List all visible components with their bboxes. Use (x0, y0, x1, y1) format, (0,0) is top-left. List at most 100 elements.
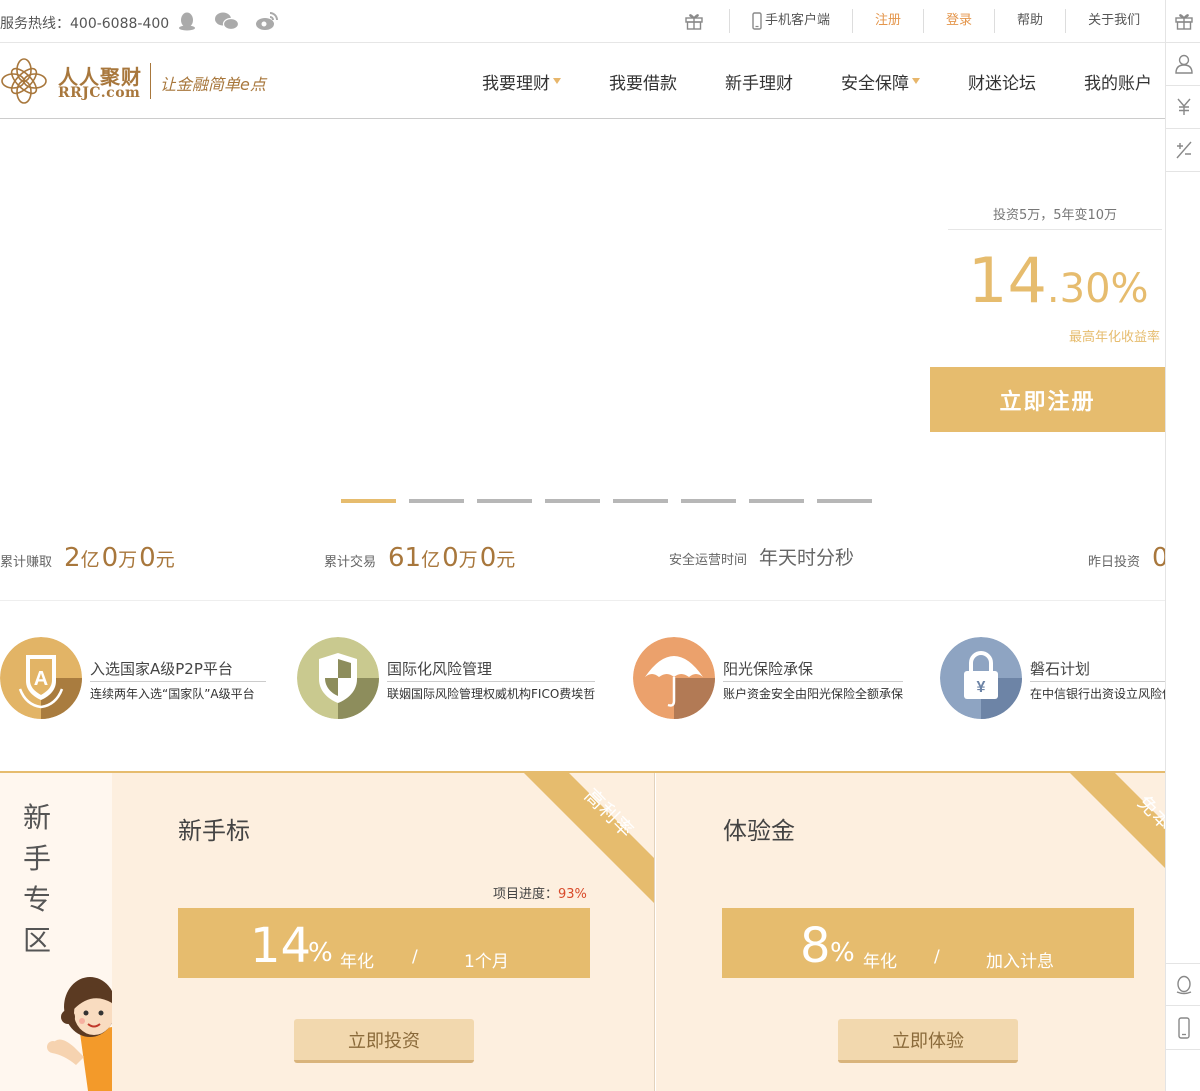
trial-fund-panel: 体验金 免本 8 % 年化 / 加入计息 立即体验 (656, 773, 1165, 1091)
novice-zone-char: 区 (22, 924, 51, 957)
main-nav: 我要理财 我要借款 新手理财 安全保障 财迷论坛 我的账户 (482, 43, 1200, 119)
feature-desc: 账户资金安全由阳光保险全额承保 (723, 687, 904, 701)
logo-divider (150, 63, 151, 99)
mobile-client-label: 手机客户端 (765, 13, 831, 28)
invest-now-button[interactable]: 立即投资 (294, 1019, 474, 1063)
side-user-button[interactable] (1166, 43, 1200, 86)
progress-label: 项目进度： (493, 887, 559, 902)
novice-bid-rate-box: 14 % 年化 / 1个月 (178, 908, 590, 978)
register-now-button[interactable]: 立即注册 (930, 367, 1165, 432)
stat-traded-wan: 0 (442, 543, 459, 573)
about-link[interactable]: 关于我们 (1065, 9, 1162, 33)
stat-earned-wan: 0 (101, 543, 119, 573)
stat-yesterday-label: 昨日投资 (1088, 555, 1141, 570)
user-icon (1174, 54, 1193, 74)
try-now-button[interactable]: 立即体验 (838, 1019, 1018, 1063)
feature-title: 国际化风险管理 (387, 658, 595, 682)
register-link[interactable]: 注册 (852, 9, 923, 33)
max-rate-label: 最高年化收益率 (1068, 330, 1160, 345)
stat-earned-yi: 2 (64, 543, 81, 573)
principal-free-ribbon: 免本 (1070, 773, 1165, 903)
site-logo[interactable]: 人人聚财 RRJC.com 让金融简单e点 (0, 57, 270, 105)
side-qq-button[interactable] (1166, 963, 1200, 1006)
trial-fund-rate-box: 8 % 年化 / 加入计息 (722, 908, 1134, 978)
feature-desc: 联姻国际风险管理权威机构FICO费埃哲 (387, 687, 596, 701)
service-hotline: 服务热线：400-6088-400 (0, 16, 170, 32)
nav-novice[interactable]: 新手理财 (725, 69, 793, 94)
carousel-dot[interactable] (545, 499, 600, 503)
annual-rate-unit: % (308, 938, 333, 968)
annual-rate-label: 年化 (340, 952, 374, 972)
carousel-dot[interactable] (341, 499, 396, 503)
nav-invest-label: 我要理财 (482, 73, 550, 94)
chevron-down-icon (553, 78, 561, 84)
nav-security-label: 安全保障 (841, 73, 909, 94)
stat-yesterday: 昨日投资 0 (1088, 543, 1169, 573)
hero-banner: 投资5万，5年变10万 14.30% 最高年化收益率 立即注册 (0, 119, 1165, 519)
nav-security[interactable]: 安全保障 (841, 69, 920, 94)
unit-yi: 亿 (80, 549, 100, 571)
weibo-icon[interactable] (255, 11, 279, 31)
trial-fund-title: 体验金 (723, 817, 795, 845)
stat-uptime-label: 安全运营时间 (669, 553, 748, 568)
gift-link[interactable] (672, 9, 729, 33)
novice-zone-sidebar: 新 手 专 区 (0, 773, 112, 1091)
brand-name-en: RRJC.com (58, 85, 141, 101)
feature-risk-management[interactable]: 国际化风险管理 联姻国际风险管理权威机构FICO费埃哲 (297, 637, 597, 719)
novice-zone-char: 手 (22, 842, 51, 875)
qq-icon (1176, 975, 1191, 994)
feature-title: 磐石计划 (1030, 658, 1165, 682)
lock-icon: ¥ (940, 637, 1022, 719)
carousel-dot[interactable] (681, 499, 736, 503)
annual-rate-unit: % (830, 938, 855, 968)
annual-rate-value: 14 (250, 918, 312, 974)
carousel-dot[interactable] (749, 499, 804, 503)
nav-account-label: 我的账户 (1084, 73, 1152, 94)
mobile-client-link[interactable]: 手机客户端 (729, 9, 852, 33)
nav-invest[interactable]: 我要理财 (482, 69, 561, 94)
help-link[interactable]: 帮助 (994, 9, 1065, 33)
nav-novice-label: 新手理财 (725, 73, 793, 94)
side-yuan-button[interactable] (1166, 86, 1200, 129)
side-gift-button[interactable] (1166, 0, 1200, 43)
top-links: 手机客户端 注册 登录 帮助 关于我们 (672, 0, 1162, 42)
feature-insurance[interactable]: 阳光保险承保 账户资金安全由阳光保险全额承保 (633, 637, 913, 719)
carousel-dot[interactable] (613, 499, 668, 503)
max-rate-int: 14 (968, 244, 1047, 317)
stat-uptime: 安全运营时间 年天时分秒 (669, 543, 854, 570)
interest-start: 加入计息 (986, 952, 1054, 972)
wechat-icon[interactable] (214, 11, 240, 31)
unit-yi: 亿 (421, 549, 441, 571)
yuan-icon (1176, 98, 1191, 115)
main-header: 人人聚财 RRJC.com 让金融简单e点 我要理财 我要借款 新手理财 安全保… (0, 43, 1165, 119)
feature-desc: 连续两年入选“国家队”A级平台 (90, 687, 255, 701)
qq-icon[interactable] (176, 11, 198, 31)
nav-forum-label: 财迷论坛 (968, 73, 1036, 94)
feature-panshi-plan[interactable]: ¥ 磐石计划 在中信银行出资设立风险保障金 (940, 637, 1165, 719)
security-features: A 入选国家A级P2P平台 连续两年入选“国家队”A级平台 国际化风险管理 联姻… (0, 601, 1165, 771)
platform-stats: 累计赚取 2亿 0万 0元 累计交易 61 亿 0万 0元 安全运营时间 年天时分… (0, 519, 1169, 601)
unit-yuan: 元 (496, 549, 516, 571)
login-link[interactable]: 登录 (923, 9, 994, 33)
carousel-dot[interactable] (409, 499, 464, 503)
logo-flower-icon (1, 58, 47, 104)
nav-forum[interactable]: 财迷论坛 (968, 69, 1036, 94)
novice-bid-panel: 新手标 高利率 项目进度：93% 14 % 年化 / 1个月 立即投资 (112, 773, 655, 1091)
stat-traded: 累计交易 61 亿 0万 0元 (324, 543, 517, 573)
side-mobile-button[interactable] (1166, 1007, 1200, 1050)
novice-zone-char: 新 (22, 801, 51, 834)
side-calculator-button[interactable] (1166, 129, 1200, 172)
novice-zone: 新 手 专 区 新手标 高利率 项目进度：93% 14 % 年化 / 1个月 立… (0, 771, 1165, 1091)
novice-bid-title: 新手标 (178, 817, 250, 845)
carousel-dot[interactable] (477, 499, 532, 503)
nav-account[interactable]: 我的账户 (1084, 69, 1152, 94)
carousel-indicators (341, 499, 872, 503)
carousel-dot[interactable] (817, 499, 872, 503)
svg-text:¥: ¥ (977, 679, 986, 696)
annual-rate-label: 年化 (863, 952, 897, 972)
umbrella-icon (633, 637, 715, 719)
nav-borrow[interactable]: 我要借款 (609, 69, 677, 94)
unit-yuan: 元 (155, 549, 175, 571)
feature-a-level[interactable]: A 入选国家A级P2P平台 连续两年入选“国家队”A级平台 (0, 637, 270, 719)
stat-uptime-value: 年天时分秒 (759, 547, 855, 569)
